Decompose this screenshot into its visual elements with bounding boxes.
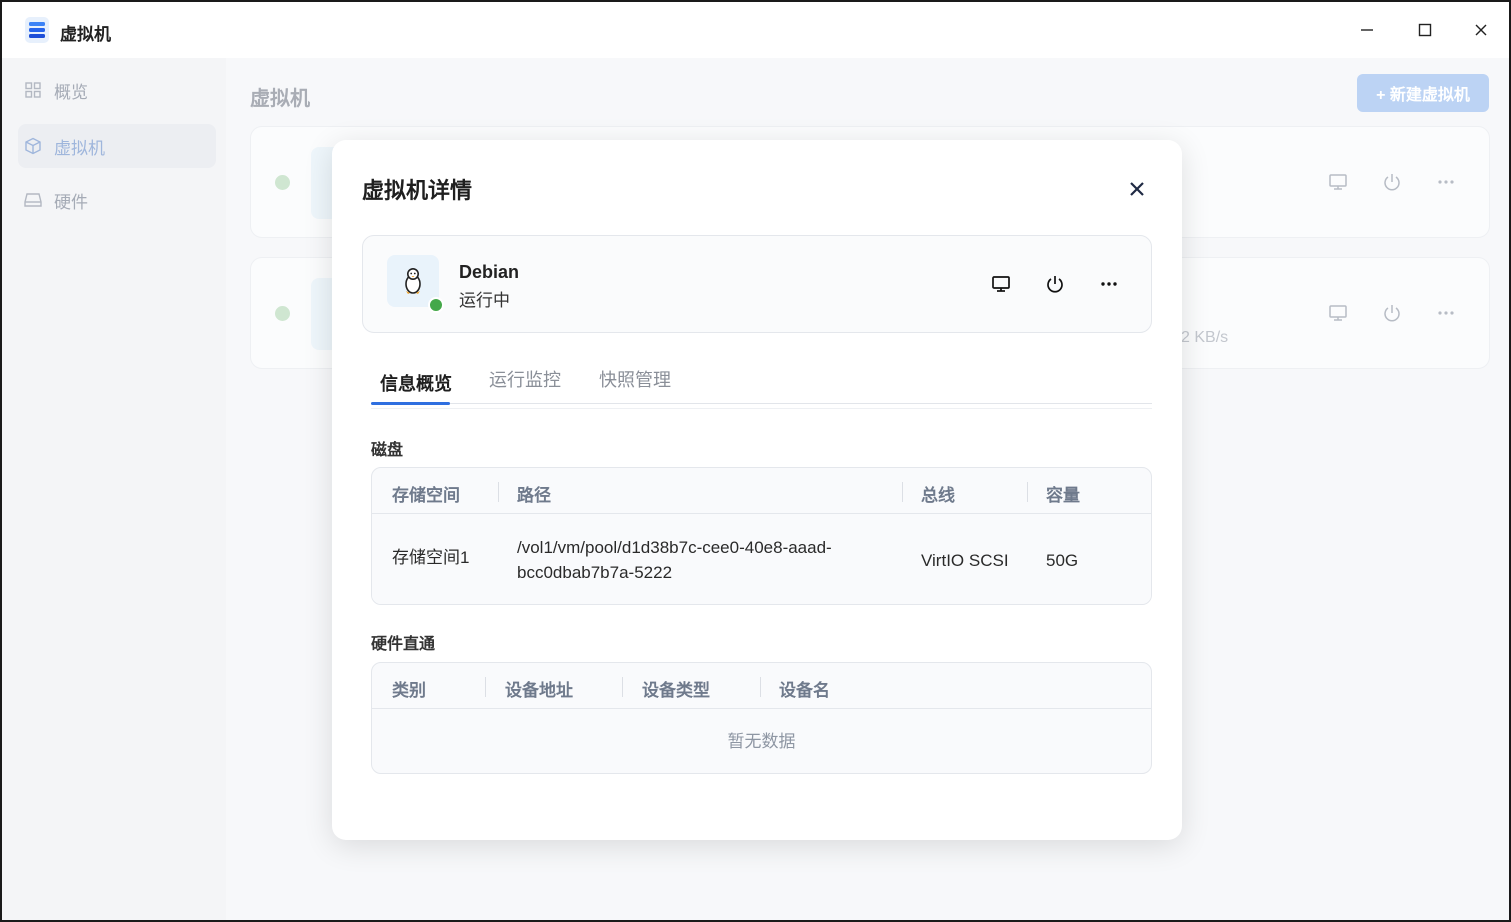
table-header: 存储空间 路径 总线 容量 xyxy=(372,468,1151,514)
column-header: 设备地址 xyxy=(505,681,573,700)
column-header: 设备名 xyxy=(779,681,830,700)
grid-icon xyxy=(24,81,42,99)
more-icon[interactable] xyxy=(1433,171,1459,193)
path-cell-line1: /vol1/vm/pool/d1d38b7c-cee0-40e8-aaad- xyxy=(517,538,832,557)
sidebar-item-label: 虚拟机 xyxy=(54,138,105,158)
power-icon[interactable] xyxy=(1379,171,1405,193)
sidebar: 概览 虚拟机 硬件 xyxy=(2,58,226,920)
status-dot xyxy=(275,306,290,321)
cube-icon xyxy=(24,137,42,155)
column-header: 存储空间 xyxy=(392,486,460,505)
sidebar-item-hardware[interactable]: 硬件 xyxy=(18,178,216,222)
passthrough-section-label: 硬件直通 xyxy=(371,636,436,653)
running-status-dot xyxy=(428,297,444,313)
new-vm-button[interactable]: + 新建虚拟机 xyxy=(1357,74,1489,112)
sidebar-item-label: 硬件 xyxy=(54,192,88,212)
status-dot xyxy=(275,175,290,190)
column-header: 路径 xyxy=(517,486,551,505)
maximize-icon[interactable] xyxy=(1411,16,1439,44)
minimize-icon[interactable] xyxy=(1353,16,1381,44)
power-icon[interactable] xyxy=(1379,302,1405,324)
vm-card-actions xyxy=(1325,171,1459,193)
vm-status: 运行中 xyxy=(459,291,510,310)
sidebar-item-vm[interactable]: 虚拟机 xyxy=(18,124,216,168)
monitor-icon[interactable] xyxy=(1325,171,1351,193)
column-divider xyxy=(485,677,486,697)
column-divider xyxy=(622,677,623,697)
disk-section-label: 磁盘 xyxy=(371,442,404,459)
page-title: 虚拟机 xyxy=(250,88,310,110)
disk-table: 存储空间 路径 总线 容量 存储空间1 /vol1/vm/pool/d1d38b… xyxy=(371,467,1152,605)
bus-cell: VirtIO SCSI xyxy=(921,551,1009,570)
column-header: 总线 xyxy=(921,486,955,505)
vm-card-actions xyxy=(1325,302,1459,324)
network-speed: 2 KB/s xyxy=(1181,329,1229,346)
vm-name: Debian xyxy=(459,262,520,282)
tab-overview[interactable]: 信息概览 xyxy=(380,370,452,396)
empty-state-text: 暂无数据 xyxy=(727,732,796,751)
active-tab-indicator xyxy=(371,402,450,405)
monitor-icon[interactable] xyxy=(1325,302,1351,324)
dialog-title: 虚拟机详情 xyxy=(362,178,473,203)
drive-icon xyxy=(24,191,42,209)
column-divider xyxy=(1027,482,1028,502)
close-icon[interactable] xyxy=(1126,178,1148,200)
close-icon[interactable] xyxy=(1467,16,1495,44)
app-logo-icon xyxy=(24,16,50,44)
storage-cell: 存储空间1 xyxy=(392,548,470,567)
path-cell-line2: bcc0dbab7b7a-5222 xyxy=(517,563,673,582)
power-icon[interactable] xyxy=(1043,272,1067,296)
column-divider xyxy=(498,482,499,502)
title-bar: 虚拟机 xyxy=(2,2,1509,58)
passthrough-table: 类别 设备地址 设备类型 设备名 暂无数据 xyxy=(371,662,1152,774)
column-divider xyxy=(902,482,903,502)
vm-header-actions xyxy=(989,272,1121,296)
divider xyxy=(371,408,1152,409)
vm-header-card: Debian 运行中 xyxy=(362,235,1152,333)
capacity-cell: 50G xyxy=(1046,551,1079,570)
column-divider xyxy=(760,677,761,697)
monitor-icon[interactable] xyxy=(989,272,1013,296)
sidebar-item-label: 概览 xyxy=(54,82,88,102)
app-title: 虚拟机 xyxy=(60,25,111,44)
column-header: 类别 xyxy=(392,681,426,700)
tab-snapshots[interactable]: 快照管理 xyxy=(599,366,671,392)
column-header: 设备类型 xyxy=(642,681,710,700)
table-header: 类别 设备地址 设备类型 设备名 xyxy=(372,663,1151,709)
vm-detail-dialog: 虚拟机详情 Debian 运行中 信息概览 运行监控 快照管理 磁盘 存储空间 … xyxy=(332,140,1182,840)
tab-monitor[interactable]: 运行监控 xyxy=(489,366,561,392)
tab-bar: 信息概览 运行监控 快照管理 xyxy=(371,362,1152,405)
more-icon[interactable] xyxy=(1097,272,1121,296)
more-icon[interactable] xyxy=(1433,302,1459,324)
sidebar-item-overview[interactable]: 概览 xyxy=(18,68,216,112)
table-row: 存储空间1 /vol1/vm/pool/d1d38b7c-cee0-40e8-a… xyxy=(372,514,1151,604)
column-header: 容量 xyxy=(1046,486,1080,505)
